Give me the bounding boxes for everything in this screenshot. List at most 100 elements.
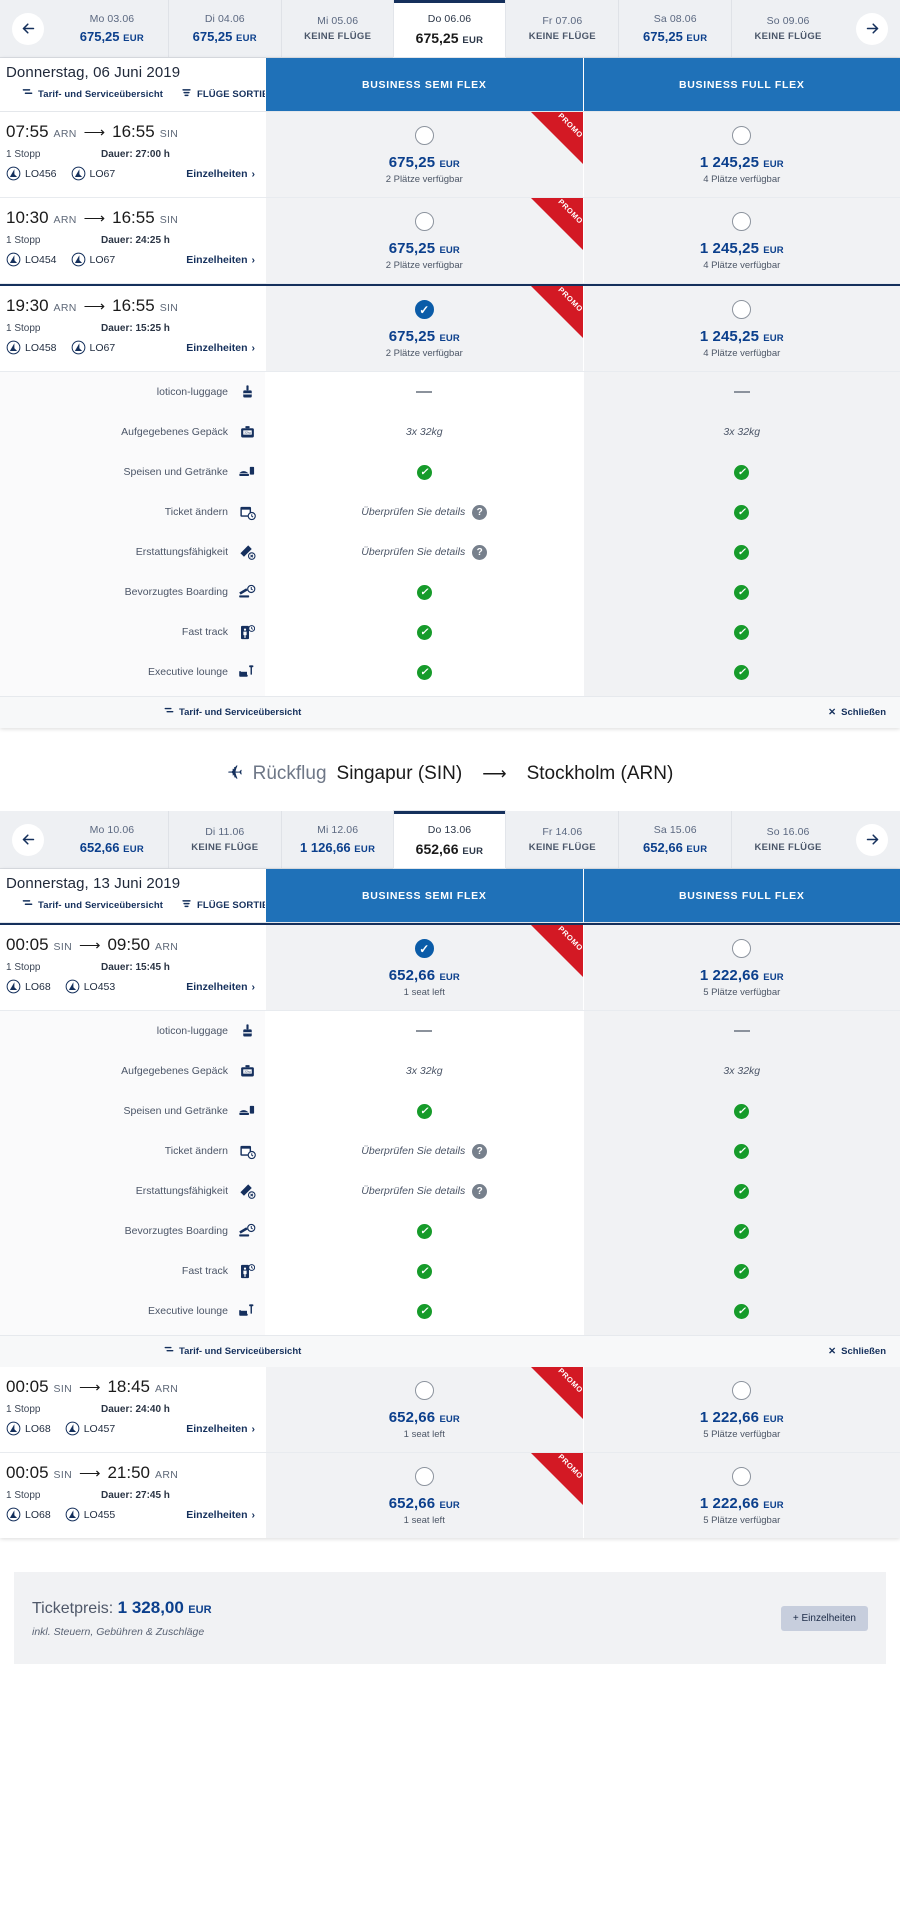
fare-radio[interactable] — [414, 300, 434, 319]
amenity-name: Bevorzugtes Boarding — [124, 1225, 228, 1237]
amenity-value-text: 3x 32kg — [405, 426, 443, 438]
fare-radio[interactable] — [732, 126, 752, 145]
departure-airport: ARN — [53, 302, 77, 314]
fare-option-full-flex[interactable]: 1 245,25 EUR 4 Plätze verfügbar — [582, 198, 900, 283]
fare-radio[interactable] — [414, 939, 434, 958]
date-cell-1[interactable]: Di 11.06 KEINE FLÜGE — [167, 811, 281, 868]
help-icon[interactable]: ? — [472, 1183, 488, 1199]
date-cell-5[interactable]: Sa 15.06 652,66 EUR — [618, 811, 731, 868]
amenity-name: Speisen und Getränke — [123, 1105, 229, 1117]
close-icon: ✕ — [828, 707, 837, 718]
date-prev-button[interactable] — [0, 0, 56, 57]
help-icon[interactable]: ? — [472, 544, 488, 560]
fare-service-overview-label: Tarif- und Serviceübersicht — [38, 899, 163, 911]
flight-duration: Dauer: 15:45 h — [101, 962, 170, 973]
date-cell-0[interactable]: Mo 10.06 652,66 EUR — [56, 811, 168, 868]
date-cell-0[interactable]: Mo 03.06 675,25 EUR — [56, 0, 168, 57]
date-cell-3[interactable]: Do 06.06 675,25 EUR — [393, 0, 506, 57]
arrival-airport: SIN — [159, 128, 179, 140]
amenity-value-semi-flex: ✓ — [266, 452, 583, 492]
date-cell-5[interactable]: Sa 08.06 675,25 EUR — [618, 0, 731, 57]
amenity-included-icon: ✓ — [734, 1143, 750, 1159]
date-cell-2[interactable]: Mi 05.06 KEINE FLÜGE — [280, 0, 394, 57]
fare-column-header-full-flex[interactable]: BUSINESS FULL FLEX — [582, 869, 900, 922]
date-cell-price: 652,66 EUR — [643, 839, 708, 855]
fast-track-icon — [237, 624, 257, 641]
fare-service-overview-link[interactable]: Tarif- und Serviceübersicht — [22, 898, 163, 912]
date-next-button[interactable] — [844, 811, 900, 868]
date-cell-4[interactable]: Fr 14.06 KEINE FLÜGE — [505, 811, 618, 868]
results-header: Donnerstag, 06 Juni 2019 Tarif- und Servi… — [0, 58, 900, 112]
fare-radio[interactable] — [732, 939, 752, 958]
date-prev-button[interactable] — [0, 811, 56, 868]
departure-time: 00:05 — [6, 1377, 49, 1396]
fare-option-semi-flex[interactable]: PROMO 652,66 EUR 1 seat left — [265, 1367, 583, 1452]
fare-option-semi-flex[interactable]: PROMO 652,66 EUR 1 seat left — [265, 925, 583, 1010]
date-cell-3[interactable]: Do 13.06 652,66 EUR — [393, 811, 506, 868]
fare-column-header-semi-flex[interactable]: BUSINESS SEMI FLEX — [265, 58, 583, 111]
fare-radio[interactable] — [732, 1467, 752, 1486]
amenity-value-full-flex: ✓ — [584, 1251, 900, 1291]
fare-option-full-flex[interactable]: 1 245,25 EUR 4 Plätze verfügbar — [582, 112, 900, 197]
fare-radio[interactable] — [414, 1467, 434, 1486]
fare-option-full-flex[interactable]: 1 245,25 EUR 4 Plätze verfügbar — [582, 286, 900, 371]
footer-close-link[interactable]: ✕ Schließen — [828, 707, 886, 718]
fare-option-full-flex[interactable]: 1 222,66 EUR 5 Plätze verfügbar — [582, 1367, 900, 1452]
date-cell-price: 675,25 EUR — [192, 28, 257, 44]
compare-icon — [164, 1345, 174, 1358]
date-cell-6[interactable]: So 16.06 KEINE FLÜGE — [731, 811, 844, 868]
amenity-value-text: 3x 32kg — [723, 1065, 761, 1077]
total-details-button[interactable]: + Einzelheiten — [780, 1605, 868, 1631]
fare-radio[interactable] — [414, 212, 434, 231]
fare-option-semi-flex[interactable]: PROMO 652,66 EUR 1 seat left — [265, 1453, 583, 1538]
amenity-included-icon: ✓ — [734, 464, 750, 480]
date-next-button[interactable] — [844, 0, 900, 57]
return-flight-heading: ✈ Rückflug Singapur (SIN) ⟶ Stockholm (ARN) — [0, 728, 900, 811]
compare-icon — [22, 898, 33, 912]
fare-option-semi-flex[interactable]: PROMO 675,25 EUR 2 Plätze verfügbar — [265, 286, 583, 371]
fare-option-semi-flex[interactable]: PROMO 675,25 EUR 2 Plätze verfügbar — [265, 112, 583, 197]
results-date: Donnerstag, 06 Juni 2019 — [6, 64, 181, 81]
fare-radio[interactable] — [732, 212, 752, 231]
flight-details-link[interactable]: Einzelheiten › — [186, 254, 255, 266]
flight-details-link[interactable]: Einzelheiten › — [186, 981, 255, 993]
fare-radio[interactable] — [414, 126, 434, 145]
amenity-name: loticon-luggage — [156, 1025, 228, 1037]
footer-overview-link[interactable]: Tarif- und Serviceübersicht — [164, 706, 301, 719]
fare-service-overview-link[interactable]: Tarif- und Serviceübersicht — [22, 87, 163, 101]
fare-column-header-full-flex[interactable]: BUSINESS FULL FLEX — [582, 58, 900, 111]
meal-icon — [237, 464, 257, 481]
flight-details-link[interactable]: Einzelheiten › — [186, 168, 255, 180]
date-cell-2[interactable]: Mi 12.06 1 126,66 EUR — [280, 811, 394, 868]
date-cell-day: Mi 12.06 — [317, 823, 359, 836]
amenity-included-icon: ✓ — [734, 1263, 750, 1279]
checked-baggage-icon: 32kg — [237, 1063, 257, 1080]
amenity-value-full-flex: ✓ — [584, 532, 900, 572]
date-cell-6[interactable]: So 09.06 KEINE FLÜGE — [731, 0, 844, 57]
footer-close-link[interactable]: ✕ Schließen — [828, 1346, 886, 1357]
departure-time: 10:30 — [6, 208, 49, 227]
flight-details-link[interactable]: Einzelheiten › — [186, 1509, 255, 1521]
fare-radio[interactable] — [732, 300, 752, 319]
fare-option-full-flex[interactable]: 1 222,66 EUR 5 Plätze verfügbar — [582, 1453, 900, 1538]
chevron-right-icon: › — [251, 1508, 256, 1521]
total-price-currency: EUR — [188, 1604, 212, 1616]
lot-crane-icon — [71, 252, 85, 267]
fare-option-full-flex[interactable]: 1 222,66 EUR 5 Plätze verfügbar — [582, 925, 900, 1010]
flight-details-link[interactable]: Einzelheiten › — [186, 342, 255, 354]
promo-label: PROMO — [556, 198, 583, 226]
total-price-bar: Ticketpreis: 1 328,00 EUR inkl. Steuern, … — [14, 1572, 886, 1664]
fare-option-semi-flex[interactable]: PROMO 675,25 EUR 2 Plätze verfügbar — [265, 198, 583, 283]
panel-footer: Tarif- und Serviceübersicht ✕ Schließen — [0, 696, 900, 728]
help-icon[interactable]: ? — [472, 504, 488, 520]
fare-radio[interactable] — [732, 1381, 752, 1400]
fare-radio[interactable] — [414, 1381, 434, 1400]
help-icon[interactable]: ? — [472, 1143, 488, 1159]
date-cell-4[interactable]: Fr 07.06 KEINE FLÜGE — [505, 0, 618, 57]
amenity-not-included-dash — [416, 1030, 433, 1032]
date-cell-1[interactable]: Di 04.06 675,25 EUR — [167, 0, 281, 57]
footer-overview-link[interactable]: Tarif- und Serviceübersicht — [164, 1345, 301, 1358]
fare-column-header-semi-flex[interactable]: BUSINESS SEMI FLEX — [265, 869, 583, 922]
flight-details-link[interactable]: Einzelheiten › — [186, 1423, 255, 1435]
flight-info: 10:30 ARN ⟶ 16:55 SIN 1 Stopp Dauer: 24:25 h LO… — [0, 198, 265, 283]
